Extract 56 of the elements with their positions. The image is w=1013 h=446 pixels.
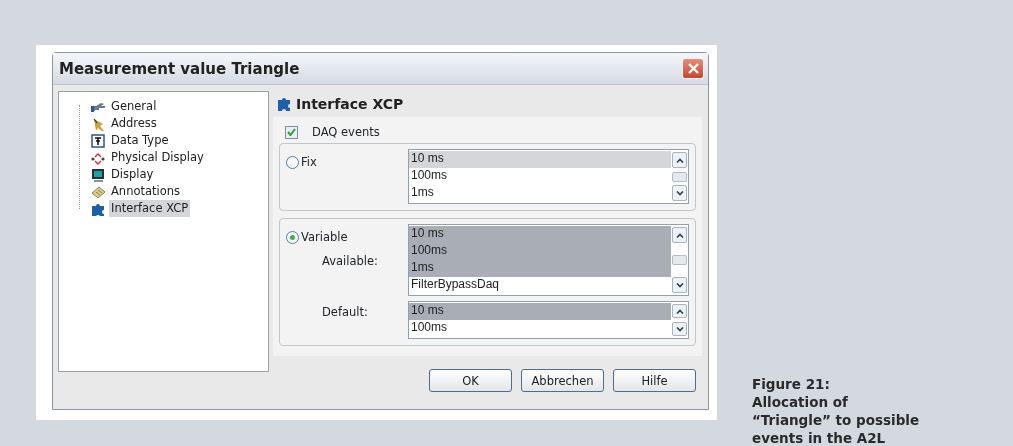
figure-caption: Figure 21: Allocation of “Triangle” to possible events in the A2L [752,375,920,446]
caret-up-icon [675,232,684,238]
caret-up-icon [675,157,684,163]
scroll-thumb[interactable] [672,171,687,182]
caret-down-icon [675,326,684,332]
check-icon [287,128,296,136]
scroll-down-button[interactable] [672,322,687,336]
tree-item[interactable]: Data Type [109,132,171,149]
notepad-icon [91,184,105,199]
scroll-down-button[interactable] [672,277,687,293]
list-item[interactable]: 1ms [409,185,671,202]
puzzle-icon [91,201,105,216]
list-box[interactable]: 10 ms 100ms [408,301,689,339]
list-item[interactable]: 100ms [409,243,671,260]
scroll-thumb[interactable] [672,255,687,265]
radio-label: Fix [301,155,317,169]
list-item[interactable]: 1ms [409,260,671,277]
dialog-button[interactable]: OK [429,369,512,392]
list-item[interactable]: 10 ms [409,151,671,168]
field-label: Default: [322,305,368,319]
tree-item[interactable]: Address [109,115,159,132]
radio-label: Variable [301,230,348,244]
list-box[interactable]: 10 ms 100ms 1ms [408,149,689,204]
list-item[interactable]: 10 ms [409,303,671,320]
close-icon [687,63,699,74]
tree-item[interactable]: Annotations [109,183,183,200]
caret-down-icon [675,190,684,196]
puzzle-icon [277,96,292,112]
caret-down-icon [675,282,684,288]
scroll-up-button[interactable] [672,304,687,318]
close-button[interactable] [682,58,704,79]
list-item[interactable]: FilterBypassDaq [409,277,671,294]
monitor-icon [91,167,105,182]
scroll-down-button[interactable] [672,185,687,201]
scroll-up-button[interactable] [672,152,687,168]
pin-icon [91,116,105,131]
checkbox[interactable] [285,125,298,139]
checkbox-label: DAQ events [312,125,380,139]
dialog-button[interactable]: Abbrechen [521,369,604,392]
dialog-button[interactable]: Hilfe [613,369,696,392]
field-label: Available: [322,254,378,268]
list-item[interactable]: 10 ms [409,226,671,243]
tree-item[interactable]: General [109,98,159,115]
panel-title: Interface XCP [296,96,404,112]
tree-item[interactable]: Physical Display [109,149,206,166]
caret-up-icon [675,308,684,314]
scroll-up-button[interactable] [672,227,687,243]
window-title: Measurement value Triangle [59,59,300,78]
table-icon [91,133,105,148]
list-item[interactable]: 100ms [409,168,671,185]
list-box[interactable]: 10 ms 100ms 1ms FilterBypassDaq [408,224,689,296]
list-item[interactable]: 100ms [409,320,671,337]
radio-button[interactable] [286,155,299,169]
radio-button[interactable] [286,230,299,244]
tree-item[interactable]: Display [109,166,156,183]
tree-item[interactable]: Interface XCP [109,200,191,217]
